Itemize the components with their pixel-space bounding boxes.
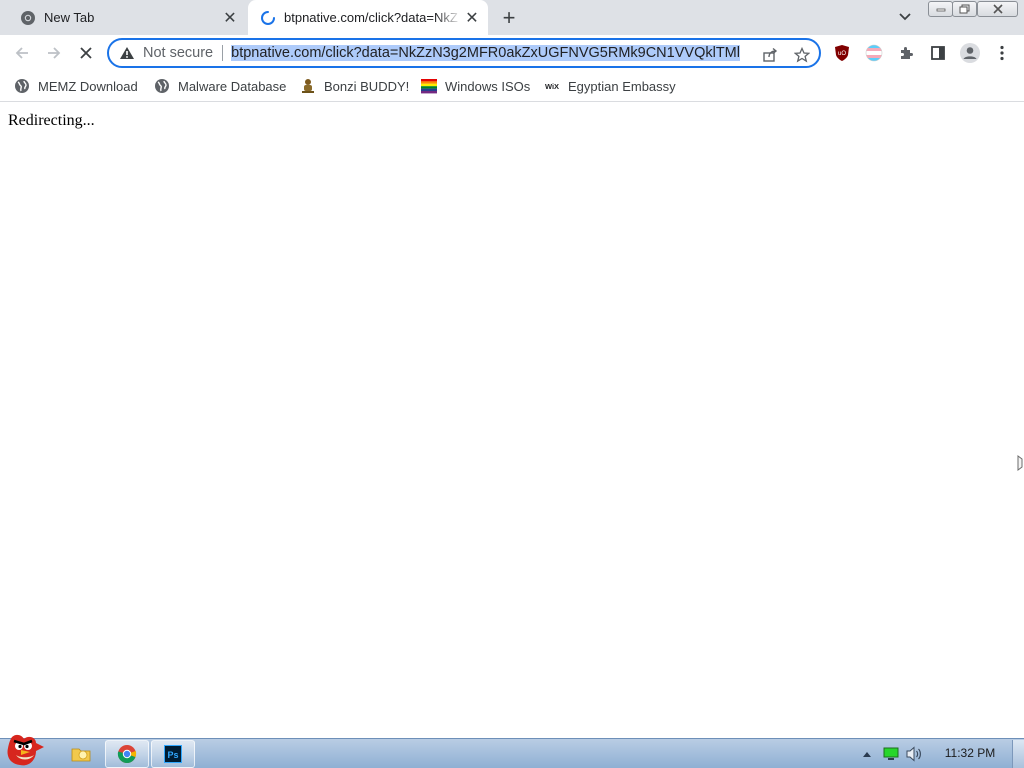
bookmark-label: Malware Database bbox=[178, 78, 287, 94]
svg-text:Ps: Ps bbox=[167, 750, 178, 760]
tab-title: New Tab bbox=[44, 10, 95, 25]
bookmark-malware-database[interactable]: Malware Database bbox=[154, 74, 286, 98]
tab-active[interactable]: btpnative.com/click?data=NkZ ✕ bbox=[248, 0, 488, 35]
bookmark-label: Egyptian Embassy bbox=[568, 78, 676, 94]
show-desktop-button[interactable] bbox=[1012, 740, 1024, 768]
bookmark-label: Bonzi BUDDY! bbox=[324, 78, 410, 94]
bookmark-star-icon[interactable] bbox=[792, 45, 812, 65]
url-selection: btpnative.com/click?data=NkZzN3g2MFR0akZ… bbox=[231, 45, 740, 61]
bookmark-bonzi-buddy[interactable]: Bonzi BUDDY! bbox=[300, 74, 409, 98]
resize-grip-icon[interactable] bbox=[1017, 455, 1024, 471]
volume-speaker-icon[interactable] bbox=[904, 746, 924, 762]
share-icon[interactable] bbox=[760, 45, 780, 65]
taskbar-clock[interactable]: 11:32 PM bbox=[934, 746, 1006, 760]
bookmark-label: Windows ISOs bbox=[445, 78, 531, 94]
close-window-button[interactable] bbox=[977, 1, 1018, 17]
address-bar[interactable]: Not secure btpnative.com/click?data=NkZz… bbox=[107, 38, 821, 68]
warning-triangle-icon[interactable] bbox=[119, 45, 135, 61]
profile-avatar-icon[interactable] bbox=[956, 39, 984, 67]
tab-search-chevron-icon[interactable] bbox=[893, 7, 917, 27]
globe-icon bbox=[154, 78, 170, 94]
tab-strip: New Tab ✕ btpnative.com/click?data=NkZ ✕… bbox=[0, 0, 1024, 35]
rainbow-flag-icon bbox=[421, 78, 437, 94]
divider bbox=[222, 45, 224, 61]
taskbar: Ps 11:32 PM bbox=[0, 734, 1024, 768]
security-label[interactable]: Not secure bbox=[143, 45, 213, 61]
bookmarks-bar: MEMZ Download Malware Database Bonzi BUD… bbox=[0, 70, 1024, 102]
bookmark-egyptian-embassy[interactable]: WiX Egyptian Embassy bbox=[544, 74, 676, 98]
stop-loading-icon[interactable] bbox=[72, 39, 100, 67]
redirect-message: Redirecting... bbox=[8, 112, 95, 129]
ublock-origin-icon[interactable]: uO bbox=[828, 39, 856, 67]
bookmark-memz-download[interactable]: MEMZ Download bbox=[14, 74, 138, 98]
globe-icon bbox=[14, 78, 30, 94]
photoshop-taskbar-button[interactable]: Ps bbox=[151, 740, 195, 768]
wix-icon: WiX bbox=[544, 78, 560, 94]
photoshop-icon: Ps bbox=[164, 745, 182, 763]
bonzi-icon bbox=[300, 78, 316, 94]
angry-bird-start-icon[interactable] bbox=[2, 731, 50, 768]
minimize-button[interactable] bbox=[928, 1, 953, 17]
toolbar: Not secure btpnative.com/click?data=NkZz… bbox=[0, 35, 1024, 70]
chrome-taskbar-button[interactable] bbox=[105, 740, 149, 768]
close-tab-icon[interactable]: ✕ bbox=[220, 8, 240, 28]
show-hidden-icons-icon[interactable] bbox=[860, 746, 874, 762]
svg-text:uO: uO bbox=[838, 51, 846, 57]
bookmark-label: MEMZ Download bbox=[38, 78, 138, 94]
new-tab-button[interactable]: + bbox=[497, 5, 521, 30]
explorer-icon[interactable] bbox=[66, 740, 96, 768]
url-text[interactable]: btpnative.com/click?data=NkZzN3g2MFR0akZ… bbox=[231, 45, 751, 61]
loading-spinner-icon bbox=[260, 10, 276, 26]
forward-arrow-icon[interactable] bbox=[40, 39, 68, 67]
chrome-icon bbox=[20, 10, 36, 26]
tab-new-tab[interactable]: New Tab ✕ bbox=[8, 0, 246, 35]
bookmark-windows-isos[interactable]: Windows ISOs bbox=[421, 74, 530, 98]
svg-text:WiX: WiX bbox=[545, 82, 559, 91]
chrome-icon bbox=[117, 745, 137, 763]
side-panel-icon[interactable] bbox=[924, 39, 952, 67]
tab-title: btpnative.com/click?data=NkZ bbox=[284, 10, 458, 25]
menu-kebab-icon[interactable] bbox=[988, 39, 1016, 67]
extensions-puzzle-icon[interactable] bbox=[892, 39, 920, 67]
restore-button[interactable] bbox=[952, 1, 977, 17]
close-tab-icon[interactable]: ✕ bbox=[462, 8, 482, 28]
trans-flag-extension-icon[interactable] bbox=[860, 39, 888, 67]
network-icon[interactable] bbox=[882, 746, 900, 762]
back-arrow-icon[interactable] bbox=[8, 39, 36, 67]
page-content: Redirecting... bbox=[0, 103, 1024, 738]
